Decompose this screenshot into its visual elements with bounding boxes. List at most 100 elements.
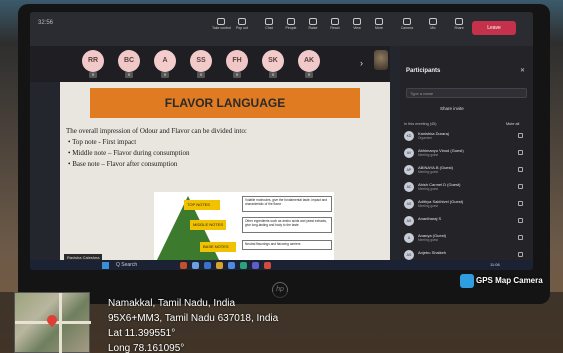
participant-avatar[interactable]: AK	[298, 50, 320, 72]
participant-strip: RR ✕ BC ✕ A ✕ SS ✕ FH ✕ SK ✕ AK ✕ ›	[30, 46, 390, 82]
raise-hand-button[interactable]: Raise	[304, 18, 322, 30]
close-icon[interactable]: ✕	[520, 67, 525, 74]
mic-icon	[429, 18, 437, 25]
flavor-pyramid: TOP NOTES MIDDLE NOTES BASE NOTES Volati…	[154, 192, 334, 266]
mic-icon[interactable]	[518, 150, 523, 155]
gps-address: 95X6+MM3, Tamil Nadu 637018, India	[108, 313, 279, 324]
app-icon[interactable]	[204, 262, 211, 269]
participant-role: Meeting guest	[418, 170, 439, 174]
participant-role: Organizer	[418, 136, 432, 140]
view-icon	[353, 18, 361, 25]
toolbar-label: React	[330, 26, 340, 30]
toolbar-label: View	[353, 26, 361, 30]
participant-avatar[interactable]: RR	[82, 50, 104, 72]
gps-place: Namakkal, Tamil Nadu, India	[108, 298, 236, 309]
teams-icon[interactable]	[252, 262, 259, 269]
mic-icon[interactable]	[518, 235, 523, 240]
taskbar-search[interactable]: Q Search	[116, 262, 137, 268]
people-button[interactable]: People	[282, 18, 300, 30]
participant-row[interactable]: AS Anantharaj S	[404, 215, 529, 229]
mic-icon[interactable]	[518, 218, 523, 223]
avatar: AS	[404, 250, 414, 260]
mic-icon[interactable]	[518, 184, 523, 189]
pyramid-label: MIDDLE NOTES	[190, 220, 226, 230]
view-button[interactable]: View	[348, 18, 366, 30]
laptop-screen: 32:56 Take control Pop out Chat People Raise…	[30, 12, 533, 270]
participant-avatar[interactable]: FH	[226, 50, 248, 72]
app-icon[interactable]	[264, 262, 271, 269]
meeting-timer: 32:56	[38, 20, 54, 26]
share-invite-button[interactable]: Share invite	[440, 106, 464, 111]
pop-out-icon	[238, 18, 246, 25]
app-icon[interactable]	[216, 262, 223, 269]
participant-row[interactable]: AC Abish Carmel D (Guest) Meeting guest	[404, 181, 529, 195]
avatar: AP	[404, 165, 414, 175]
camera-button[interactable]: Camera	[398, 18, 416, 30]
pop-out-button[interactable]: Pop out	[233, 18, 251, 30]
mic-muted-icon: ✕	[125, 72, 133, 78]
share-icon	[455, 18, 463, 25]
toolbar-label: Share	[454, 26, 464, 30]
avatar: AV	[404, 148, 414, 158]
app-icon[interactable]	[192, 262, 199, 269]
mic-icon[interactable]	[518, 201, 523, 206]
participant-avatar[interactable]: BC	[118, 50, 140, 72]
mic-button[interactable]: Mic	[424, 18, 442, 30]
avatar: KD	[404, 131, 414, 141]
participant-row[interactable]: AP ABINAYA.B (Guest) Meeting guest	[404, 164, 529, 178]
mic-icon[interactable]	[518, 133, 523, 138]
chat-button[interactable]: Chat	[260, 18, 278, 30]
toolbar-label: Camera	[400, 26, 414, 30]
avatar: AS	[404, 216, 414, 226]
participant-name: Anantharaj S	[418, 216, 442, 221]
gps-camera-icon	[460, 274, 474, 288]
map-thumbnail	[14, 292, 91, 353]
pyramid-description: Neutral flavorings and flavoring carrier…	[242, 240, 332, 250]
mic-muted-icon: ✕	[161, 72, 169, 78]
participant-row[interactable]: AS Adithya Sakthivel (Guest) Meeting guest	[404, 198, 529, 212]
shared-slide: FLAVOR LANGUAGE The overall impression o…	[60, 82, 390, 268]
app-icon[interactable]	[240, 262, 247, 269]
participant-name: Anjebu Shaikeh	[418, 250, 447, 255]
participant-avatar[interactable]: SS	[190, 50, 212, 72]
pyramid-description: Other ingredients such as amino acids an…	[242, 217, 332, 233]
toolbar-label: Chat	[265, 26, 273, 30]
react-button[interactable]: React	[326, 18, 344, 30]
mic-icon[interactable]	[518, 167, 523, 172]
mic-muted-icon: ✕	[89, 72, 97, 78]
take-control-button[interactable]: Take control	[212, 18, 231, 30]
share-button[interactable]: Share	[450, 18, 468, 30]
self-video-thumbnail[interactable]	[374, 50, 388, 70]
mute-all-button[interactable]: Mute all	[506, 122, 519, 126]
in-meeting-header[interactable]: In this meeting (45)	[404, 122, 437, 126]
participant-avatar[interactable]: A	[154, 50, 176, 72]
participant-search-input[interactable]: Type a name	[406, 88, 527, 98]
participant-role: Meeting guest	[418, 238, 439, 242]
app-icon[interactable]	[228, 262, 235, 269]
chevron-right-icon[interactable]: ›	[360, 58, 363, 68]
windows-start-icon[interactable]	[102, 262, 109, 269]
mic-icon[interactable]	[518, 252, 523, 257]
mic-muted-icon: ✕	[269, 72, 277, 78]
participant-row[interactable]: A Ananya (Guest) Meeting guest	[404, 232, 529, 246]
leave-button[interactable]: Leave	[472, 21, 516, 35]
participant-row[interactable]: AV Abhimanyu Vinod (Guest) Meeting guest	[404, 147, 529, 161]
pyramid-label: BASE NOTES	[200, 242, 236, 252]
taskbar-clock: 11:06	[490, 262, 500, 267]
avatar: AS	[404, 199, 414, 209]
mic-muted-icon: ✕	[197, 72, 205, 78]
toolbar-label: Raise	[308, 26, 318, 30]
gps-watermark: GPS Map Camera	[460, 274, 560, 288]
more-button[interactable]: More	[370, 18, 388, 30]
toolbar-label: More	[375, 26, 383, 30]
app-icon[interactable]	[180, 262, 187, 269]
participant-role: Meeting guest	[418, 187, 439, 191]
map-pin-icon	[44, 312, 60, 328]
gps-brand: GPS Map Camera	[476, 276, 543, 285]
participant-row[interactable]: KD Kanishka Duraraj Organizer	[404, 130, 529, 144]
toolbar-label: Pop out	[235, 26, 249, 30]
avatar: AC	[404, 182, 414, 192]
participant-avatar[interactable]: SK	[262, 50, 284, 72]
slide-bullet: • Base note – Flavor after consumption	[68, 160, 178, 168]
raise-hand-icon	[309, 18, 317, 25]
